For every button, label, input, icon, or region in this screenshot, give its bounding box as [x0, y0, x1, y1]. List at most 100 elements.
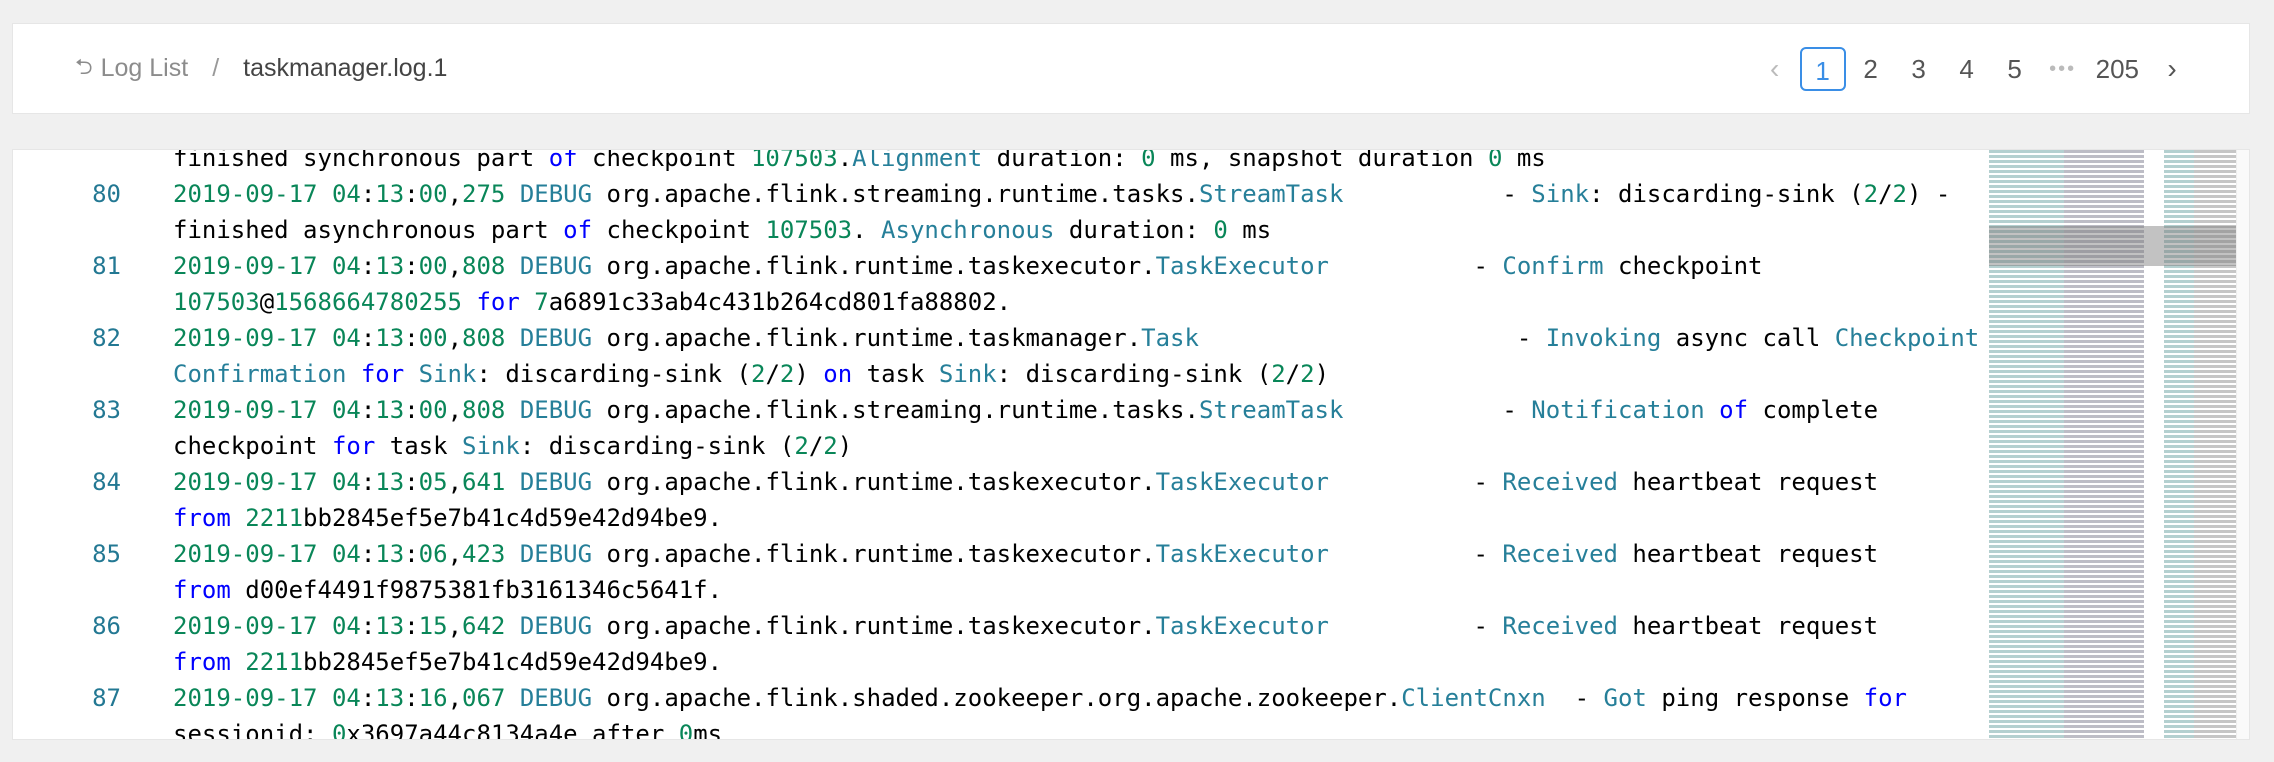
log-token	[404, 360, 418, 388]
page-1-button[interactable]: 1	[1799, 46, 1846, 91]
log-token: DEBUG	[505, 180, 593, 208]
log-row: sessionid: 0x3697a44c8134a4e after 0ms	[13, 716, 1988, 740]
log-token: org.apache.flink.runtime.taskmanager.	[592, 324, 1142, 352]
log-token: for	[360, 360, 405, 388]
log-token: 0	[331, 720, 347, 740]
log-token: Received	[1502, 540, 1618, 568]
page-4-button[interactable]: 4	[1944, 47, 1990, 91]
log-token: 13	[375, 324, 405, 352]
log-token: 00	[418, 180, 448, 208]
log-token: org.apache.flink.streaming.runtime.tasks…	[592, 180, 1199, 208]
log-token: checkpoint	[1603, 252, 1763, 280]
log-token: /	[1878, 180, 1893, 208]
vertical-scrollbar[interactable]	[2236, 150, 2249, 739]
pagination: ‹ 1 2 3 4 5 ••• 205 ›	[1750, 24, 2195, 113]
log-row: 85 2019-09-17 04:13:06,423 DEBUG org.apac…	[13, 536, 1988, 572]
page-2-button[interactable]: 2	[1848, 47, 1894, 91]
page-last-button[interactable]: 205	[2088, 47, 2147, 91]
log-token: : discarding-sink (	[476, 360, 751, 388]
log-token: for	[1863, 684, 1907, 712]
log-token	[346, 360, 360, 388]
log-text: 2019-09-17 04:13:16,067 DEBUG org.apache…	[173, 680, 1907, 716]
log-token: Asynchronous	[881, 216, 1055, 244]
log-token: on	[823, 360, 853, 388]
log-token: 0	[1213, 216, 1228, 244]
log-token: ,	[447, 180, 463, 208]
log-token: DEBUG	[505, 396, 593, 424]
log-row: checkpoint for task Sink: discarding-sin…	[13, 428, 1988, 464]
log-token: 7	[534, 288, 549, 316]
log-token: Notification	[1531, 396, 1705, 424]
page-5-button[interactable]: 5	[1992, 47, 2038, 91]
log-token: :	[404, 396, 419, 424]
minimap-viewport-slider[interactable]	[1989, 226, 2249, 266]
log-token: ClientCnxn	[1401, 684, 1546, 712]
log-token: bb2845ef5e7b41c4d59e42d94be9.	[303, 648, 723, 676]
log-token: task	[852, 360, 939, 388]
line-number: 85	[92, 540, 121, 568]
log-token: ,	[447, 396, 463, 424]
log-token: 107503	[173, 288, 260, 316]
breadcrumb-log-list-link[interactable]: Log List	[101, 54, 189, 83]
log-token: org.apache.flink.streaming.runtime.tasks…	[592, 396, 1199, 424]
log-token: ,	[447, 540, 463, 568]
log-token: org.apache.flink.runtime.taskexecutor.	[592, 468, 1156, 496]
log-row: from d00ef4491f9875381fb3161346c5641f.	[13, 572, 1988, 608]
log-token: 00	[418, 396, 448, 424]
log-token: 13	[375, 180, 405, 208]
log-token	[231, 504, 245, 532]
page-ellipsis-button[interactable]: •••	[2040, 47, 2086, 91]
log-text: 2019-09-17 04:13:00,808 DEBUG org.apache…	[173, 392, 1878, 428]
log-token: 16	[418, 684, 448, 712]
log-token: 13	[375, 612, 405, 640]
log-token: Sink	[418, 360, 477, 388]
log-token: 2	[1300, 360, 1315, 388]
line-number: 86	[92, 612, 121, 640]
log-token: from	[173, 576, 231, 604]
log-viewer[interactable]: finished synchronous part of checkpoint …	[12, 149, 2250, 740]
log-token: -	[1343, 396, 1532, 424]
log-row: from 2211bb2845ef5e7b41c4d59e42d94be9.	[13, 644, 1988, 680]
log-token: 2019-09-17 04	[173, 396, 361, 424]
log-token: 0	[1141, 149, 1156, 172]
log-token: TaskExecutor	[1155, 612, 1329, 640]
log-text: 2019-09-17 04:13:00,808 DEBUG org.apache…	[173, 248, 1763, 284]
log-token: from	[173, 504, 231, 532]
log-token: :	[360, 324, 376, 352]
log-token: 2	[751, 360, 766, 388]
log-token: -	[1329, 540, 1503, 568]
log-token: -	[1343, 180, 1532, 208]
log-token: 0	[1487, 149, 1503, 172]
log-token: TaskExecutor	[1155, 468, 1329, 496]
chevron-left-icon[interactable]: ‹	[1752, 47, 1798, 91]
log-text: finished synchronous part of checkpoint …	[173, 149, 1546, 176]
log-token: 2211	[245, 504, 304, 532]
log-token: DEBUG	[505, 324, 593, 352]
return-icon[interactable]: ⮌	[75, 50, 93, 88]
log-token: :	[360, 252, 376, 280]
log-token: .	[852, 216, 882, 244]
page-3-button[interactable]: 3	[1896, 47, 1942, 91]
log-token: 2	[794, 432, 809, 460]
log-token: 1568664780255	[274, 288, 462, 316]
log-token: )	[794, 360, 824, 388]
log-token: Sink	[1531, 180, 1590, 208]
log-text: Confirmation for Sink: discarding-sink (…	[173, 356, 1329, 392]
log-token: -	[1198, 324, 1546, 352]
log-token: /	[765, 360, 780, 388]
log-token: ) -	[1907, 180, 1951, 208]
log-token: 2	[823, 432, 838, 460]
log-token: DEBUG	[505, 468, 593, 496]
chevron-right-icon[interactable]: ›	[2149, 47, 2195, 91]
log-token: :	[404, 468, 419, 496]
log-token: ,	[447, 468, 463, 496]
log-token: Confirmation	[173, 360, 347, 388]
log-token: org.apache.flink.runtime.taskexecutor.	[592, 540, 1156, 568]
log-text: 2019-09-17 04:13:00,275 DEBUG org.apache…	[173, 176, 1950, 212]
log-token: ,	[447, 252, 463, 280]
log-text: 107503@1568664780255 for 7a6891c33ab4c43…	[173, 284, 1011, 320]
log-token: from	[173, 648, 231, 676]
log-token: )	[1314, 360, 1330, 388]
log-token: 642	[462, 612, 506, 640]
log-token: Confirm	[1502, 252, 1604, 280]
